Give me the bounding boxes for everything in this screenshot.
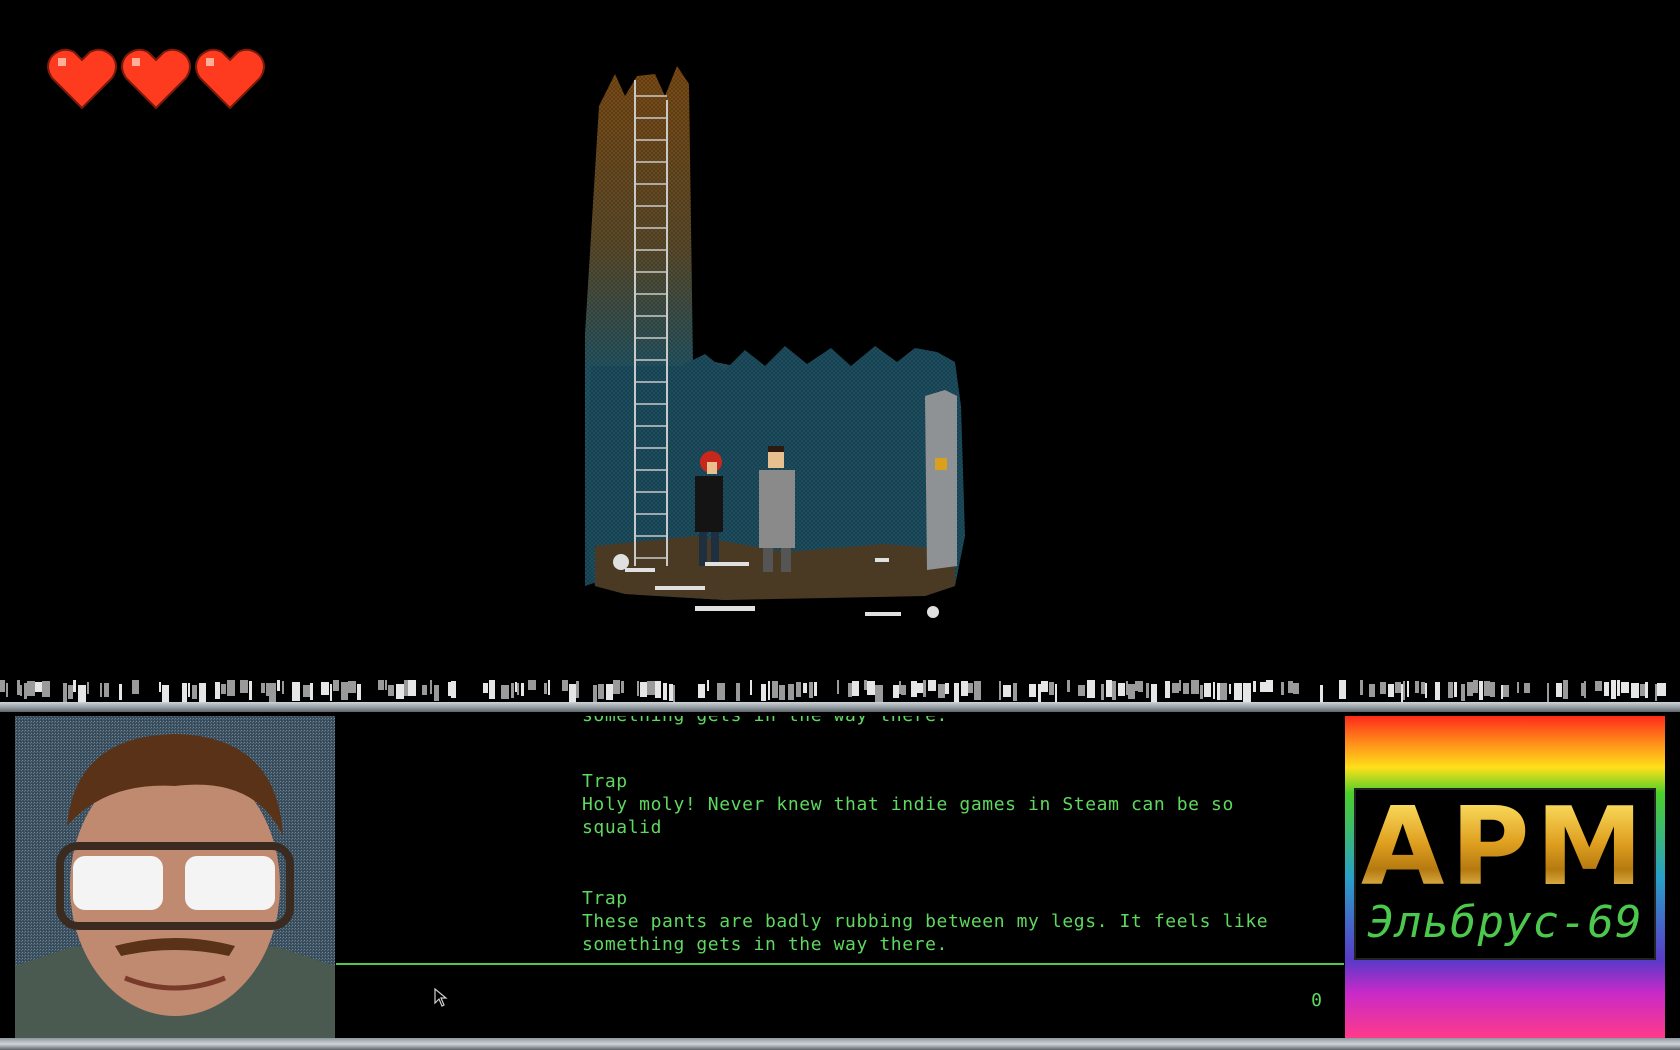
message-text: something gets in the way there. xyxy=(582,934,948,955)
logo-title: АРМ xyxy=(1356,794,1654,902)
door-lock-icon xyxy=(935,458,947,470)
input-divider xyxy=(336,963,1344,965)
bottom-panel: Trap Holy moly! Never knew that indie gam… xyxy=(0,702,1680,1050)
message-speaker: Trap xyxy=(582,888,628,909)
mouse-pointer-icon xyxy=(434,988,448,1007)
cave-room[interactable] xyxy=(585,66,995,638)
panel-border-bottom xyxy=(0,1038,1680,1050)
dialogue-message: Trap Holy moly! Never knew that indie gam… xyxy=(582,770,1322,839)
input-counter: 0 xyxy=(1311,990,1322,1011)
game-scene[interactable] xyxy=(0,0,1680,678)
message-text: Holy moly! Never knew that indie games i… xyxy=(582,794,1234,838)
dialogue-cut-line: something gets in the way there. xyxy=(582,716,948,727)
text-input-area[interactable]: 0 xyxy=(336,966,1344,1038)
arm-logo: АРМ Эльбрус-69 xyxy=(1345,716,1665,1038)
health-hearts xyxy=(46,44,266,112)
message-speaker: Trap xyxy=(582,771,628,792)
dialogue-log[interactable]: Trap Holy moly! Never knew that indie gam… xyxy=(336,716,1344,964)
heart-icon xyxy=(47,48,117,110)
dialogue-message: Trap These pants are badly rubbing betwee… xyxy=(582,887,1322,956)
heart-icon xyxy=(121,48,191,110)
cave-door xyxy=(925,390,957,570)
logo-plate: АРМ Эльбрус-69 xyxy=(1354,788,1656,960)
speaker-portrait xyxy=(15,716,335,1038)
glitch-strip xyxy=(0,680,1680,702)
logo-subtitle: Эльбрус-69 xyxy=(1367,897,1643,948)
dialogue-messages: Trap Holy moly! Never knew that indie gam… xyxy=(582,770,1322,956)
heart-icon xyxy=(195,48,265,110)
panel-border-top xyxy=(0,702,1680,712)
message-text: These pants are badly rubbing between my… xyxy=(582,911,1269,932)
